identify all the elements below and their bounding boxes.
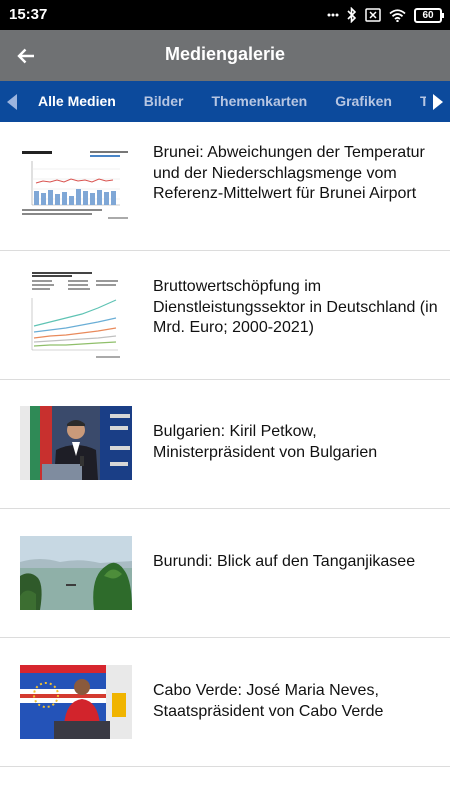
- list-item-title: Burundi: Blick auf den Tanganjikasee: [153, 553, 416, 570]
- tab-alle-medien[interactable]: Alle Medien: [24, 81, 130, 122]
- tab-themenkarten[interactable]: Themenkarten: [197, 81, 321, 122]
- tab-bar: Alle Medien Bilder Themenkarten Grafiken…: [0, 81, 450, 122]
- sim-off-icon: [365, 8, 381, 22]
- chart-thumbnail: [20, 270, 132, 362]
- tab-scroll-right-button[interactable]: [426, 81, 450, 122]
- photo-thumbnail: [20, 536, 132, 610]
- list-item-title: Cabo Verde: José Maria Neves, Staatspräs…: [153, 682, 384, 720]
- status-time: 15:37: [9, 6, 48, 23]
- triangle-left-icon: [7, 93, 17, 110]
- wifi-icon: [389, 8, 406, 22]
- list-item[interactable]: Burundi: Blick auf den Tanganjikasee: [0, 509, 450, 638]
- list-item[interactable]: Brunei: Abweichungen der Temperatur und …: [0, 122, 450, 251]
- chart-thumbnail: [20, 149, 132, 223]
- status-icons: 60: [327, 4, 444, 26]
- tab-list: Alle Medien Bilder Themenkarten Grafiken…: [24, 81, 450, 122]
- status-bar: 15:37 60: [0, 0, 450, 30]
- tab-grafiken[interactable]: Grafiken: [321, 81, 406, 122]
- list-item-title: Bruttowertschöpfung im Dienstleistungsse…: [153, 278, 438, 336]
- list-item[interactable]: Bulgarien: Kiril Petkow, Ministerpräside…: [0, 380, 450, 509]
- triangle-right-icon: [433, 93, 443, 110]
- list-item-title: Brunei: Abweichungen der Temperatur und …: [153, 144, 425, 202]
- media-list: Brunei: Abweichungen der Temperatur und …: [0, 122, 450, 767]
- tab-scroll-left-button[interactable]: [0, 81, 24, 122]
- bluetooth-icon: [347, 7, 357, 23]
- dots-icon: [327, 13, 339, 17]
- tab-bilder[interactable]: Bilder: [130, 81, 198, 122]
- list-item[interactable]: Cabo Verde: José Maria Neves, Staatspräs…: [0, 638, 450, 767]
- photo-thumbnail: [20, 406, 132, 480]
- app-bar: Mediengalerie: [0, 30, 450, 81]
- page-title: Mediengalerie: [164, 44, 286, 64]
- list-item-title: Bulgarien: Kiril Petkow, Ministerpräside…: [153, 423, 378, 461]
- battery-icon: 60: [414, 7, 444, 23]
- photo-thumbnail: [20, 665, 132, 739]
- list-item[interactable]: Bruttowertschöpfung im Dienstleistungsse…: [0, 251, 450, 380]
